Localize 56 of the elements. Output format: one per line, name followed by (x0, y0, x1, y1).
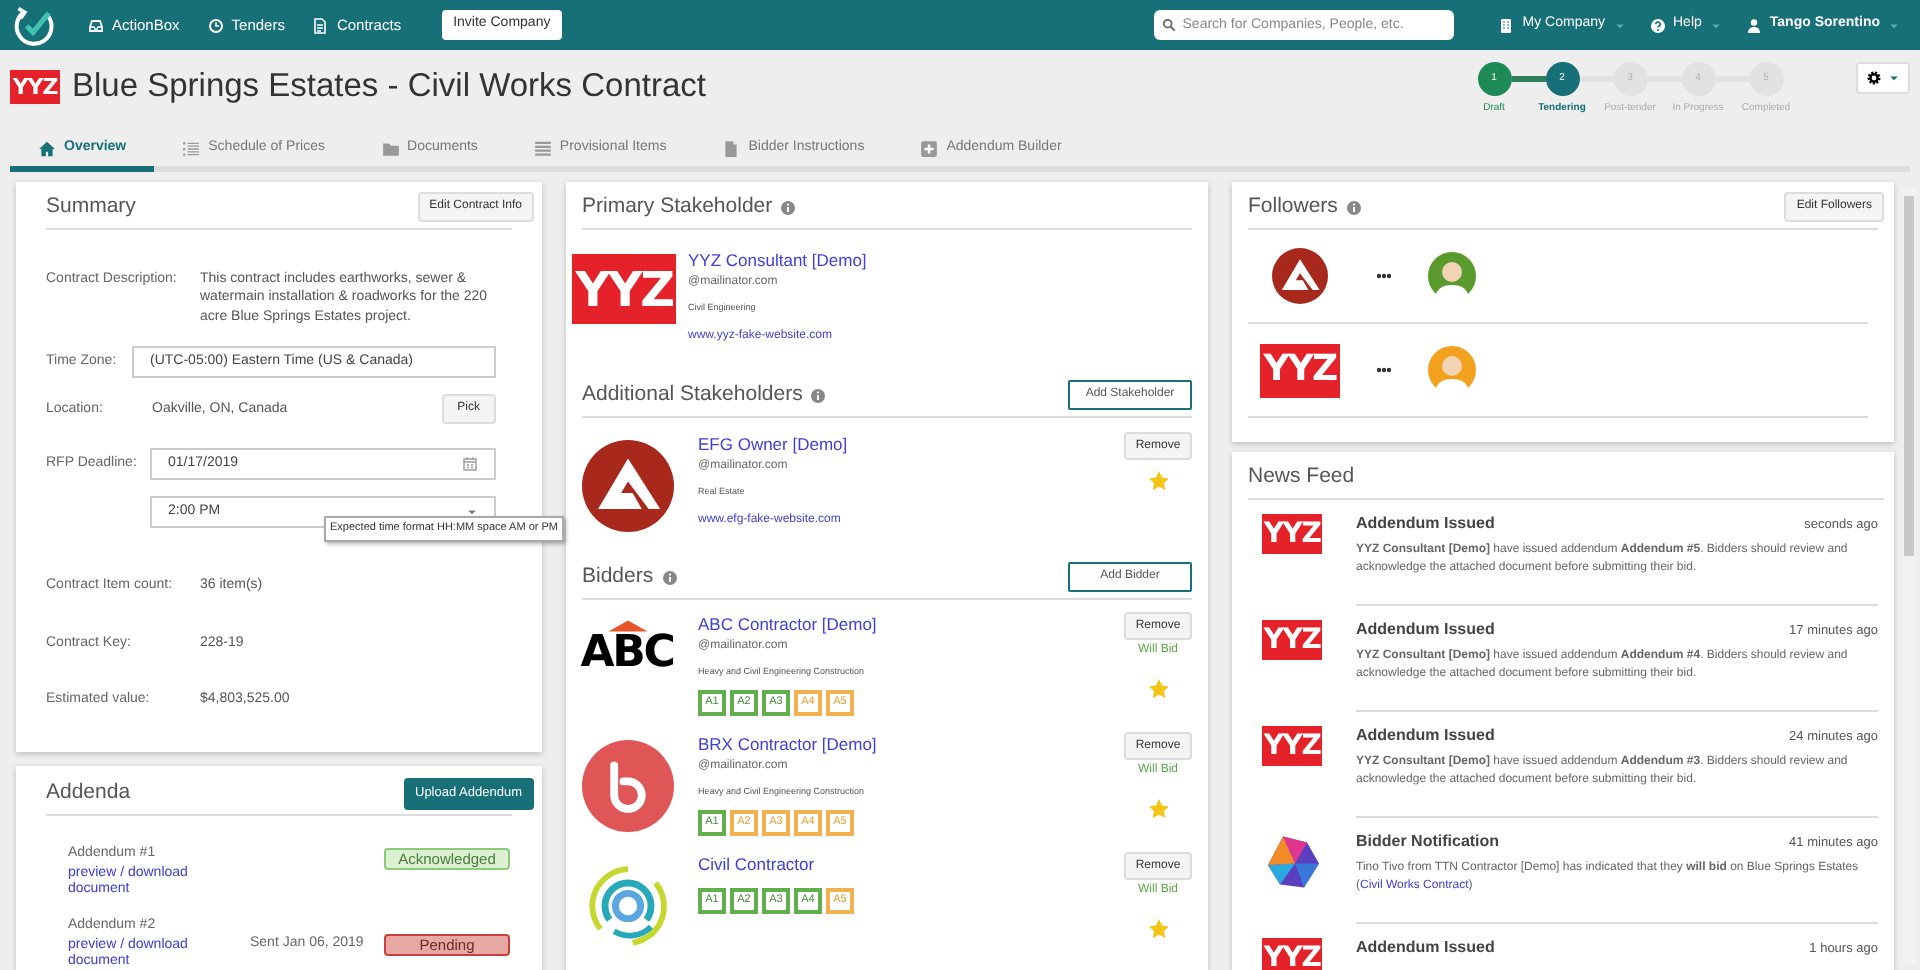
news-title: Addendum Issued (1356, 724, 1495, 748)
section-title: Primary Stakeholder (582, 191, 773, 222)
caret-icon (1613, 19, 1625, 31)
company-logo: YYZ (1260, 343, 1340, 397)
document-icon (312, 17, 329, 33)
section-title: Followers (1248, 191, 1338, 222)
help-icon (1649, 17, 1665, 33)
caret-icon (1888, 72, 1900, 84)
lines-icon (533, 139, 552, 157)
building-icon (1498, 17, 1515, 33)
user-icon (1745, 17, 1762, 33)
section-title: Addenda (46, 777, 131, 808)
home-icon (38, 139, 56, 157)
news-title: Addendum Issued (1356, 512, 1495, 536)
company-logo: YYZ (572, 254, 676, 324)
plus-icon (920, 139, 939, 157)
company-logo (1272, 248, 1328, 304)
company-logo (581, 440, 673, 532)
info-icon (780, 199, 797, 215)
company-logo: YYZ (1262, 620, 1322, 660)
news-title: Addendum Issued (1356, 936, 1495, 960)
company-logo: ABC (581, 620, 673, 676)
inbox-icon (88, 17, 104, 33)
section-title: News Feed (1248, 461, 1355, 492)
company-name[interactable]: BRX Contractor [Demo] (698, 732, 1124, 758)
company-logo: YYZ (1262, 938, 1322, 970)
caret-icon (1888, 19, 1900, 31)
folder-icon (381, 139, 400, 157)
news-title: Bidder Notification (1356, 830, 1500, 854)
info-icon (810, 387, 827, 403)
company-logo: YYZ (10, 70, 60, 104)
page-title: Blue Springs Estates - Civil Works Contract (72, 70, 706, 104)
calendar-icon (462, 456, 478, 473)
settings-icon (1866, 70, 1882, 86)
section-title: Bidders (582, 561, 654, 592)
list-icon (182, 139, 201, 157)
company-name[interactable]: ABC Contractor [Demo] (698, 612, 1124, 638)
news-title: Addendum Issued (1356, 618, 1495, 642)
file-icon (722, 139, 741, 157)
search-icon (1162, 18, 1177, 32)
section-title: Additional Stakeholders (582, 379, 803, 410)
section-title: Summary (46, 191, 136, 222)
info-icon (661, 569, 678, 585)
info-icon (1345, 199, 1362, 215)
company-name[interactable]: Civil Contractor (698, 852, 1124, 878)
company-name[interactable]: EFG Owner [Demo] (698, 432, 1124, 458)
company-logo: YYZ (1262, 514, 1322, 554)
company-logo: YYZ (1262, 726, 1322, 766)
caret-icon (466, 506, 478, 519)
caret-icon (1709, 19, 1722, 31)
company-logo (1262, 832, 1322, 892)
clock-icon (207, 17, 224, 33)
app-logo (12, 3, 56, 47)
settings-button[interactable] (1856, 62, 1910, 94)
company-logo (581, 740, 673, 832)
company-name[interactable]: YYZ Consultant [Demo] (688, 248, 1192, 274)
